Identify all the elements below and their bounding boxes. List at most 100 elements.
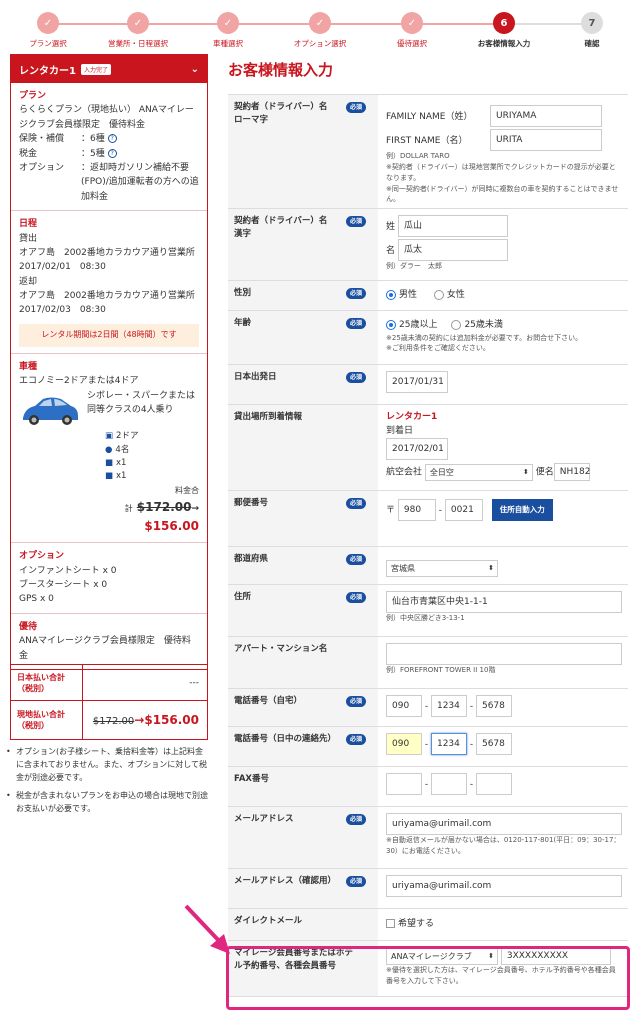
field-label: 電話番号（自宅） — [234, 696, 303, 706]
local-total-new: $156.00 — [144, 713, 199, 727]
family-name-input[interactable]: URIYAMA — [490, 105, 602, 127]
check-icon: ✓ — [37, 12, 59, 34]
airline-label: 航空会社 — [386, 467, 423, 478]
address-autofill-button[interactable]: 住所自動入力 — [491, 499, 553, 521]
luggage-large-icon: ■ — [105, 457, 114, 468]
step-office-schedule[interactable]: ✓ 営業所・日程選択 — [98, 12, 178, 49]
building-example: 例）FOREFRONT TOWER II 10階 — [386, 666, 496, 674]
price-arrow: → — [191, 503, 199, 514]
day-phone-1-input[interactable]: 090 — [386, 733, 422, 755]
benefits-text: ANAマイレージクラブ会員様限定 優待料金 — [19, 636, 191, 661]
step-customer-info: 6 お客様情報入力 — [464, 12, 544, 49]
rental-summary-header[interactable]: レンタカー1 入力完了 ⌄ — [11, 55, 207, 83]
home-phone-2-input[interactable]: 1234 — [430, 695, 467, 717]
step-benefit[interactable]: ✓ 優待選択 — [372, 12, 452, 49]
flight-number-input[interactable]: NH182 — [553, 463, 590, 481]
japan-total-value: --- — [189, 677, 199, 688]
required-badge: 必須 — [346, 814, 367, 825]
required-badge: 必須 — [346, 288, 367, 299]
mei-input[interactable]: 瓜太 — [398, 239, 508, 261]
tax-value: ：5種 — [81, 148, 105, 159]
email-confirm-input[interactable]: uriyama@urimail.com — [386, 875, 622, 897]
chevron-down-icon[interactable]: ⌄ — [191, 64, 199, 75]
gender-female-label: 女性 — [446, 290, 465, 300]
total-prefix: 計 — [124, 503, 133, 513]
benefits-section: 優待 ANAマイレージクラブ会員様限定 優待料金 — [11, 614, 207, 669]
arrival-date-label: 到着日 — [386, 425, 414, 436]
info-icon[interactable]: ? — [107, 134, 117, 144]
new-price: $156.00 — [144, 519, 199, 534]
rent-place: オアフ島 2002番地カラカウア通り営業所 — [19, 247, 195, 258]
local-total-arrow: → — [134, 713, 145, 727]
local-total-label: 現地払い合計（税別） — [11, 701, 83, 739]
rental-title: レンタカー1 — [19, 65, 76, 77]
sei-label: 姓 — [386, 221, 396, 232]
address-input[interactable]: 仙台市青葉区中央1-1-1 — [386, 591, 622, 613]
age-under-radio[interactable] — [451, 319, 462, 330]
car-model: シボレー・スパークまたは同等クラスの4人乗り — [87, 391, 196, 416]
rent-datetime: 2017/02/01 08:30 — [19, 262, 106, 273]
required-badge: 必須 — [346, 734, 367, 745]
day-phone-3-input[interactable]: 5678 — [475, 733, 512, 755]
customer-form: 契約者（ドライバー）名 ローマ字 必須 FAMILY NAME（姓） URIYAMA… — [228, 94, 628, 997]
car-class: エコノミー2ドアまたは4ドア — [19, 376, 139, 387]
home-phone-1-input[interactable]: 090 — [386, 695, 422, 717]
plan-name: らくらくプラン（現地払い） ANAマイレージクラブ会員様限定 優待料金 — [19, 105, 194, 130]
status-badge: 入力完了 — [80, 63, 111, 75]
age-under-label: 25歳未満 — [464, 320, 503, 330]
prefecture-select[interactable]: 宮城県 — [386, 560, 498, 577]
required-badge: 必須 — [346, 216, 367, 227]
direct-mail-checkbox[interactable] — [386, 919, 395, 928]
plan-section: プラン らくらくプラン（現地払い） ANAマイレージクラブ会員様限定 優待料金 … — [11, 83, 207, 212]
gender-male-radio[interactable] — [386, 289, 396, 300]
postal-code-2-input[interactable]: 0021 — [444, 499, 483, 521]
field-label: 日本出発日 — [234, 372, 277, 382]
car-luggage-small: x1 — [116, 470, 127, 481]
option-item: ブースターシート x 0 — [19, 580, 108, 591]
email-input[interactable]: uriyama@urimail.com — [386, 813, 622, 835]
mei-label: 名 — [386, 245, 396, 256]
field-label: ダイレクトメール — [234, 916, 303, 926]
insurance-value: ：6種 — [81, 134, 105, 145]
step-plan[interactable]: ✓ プラン選択 — [8, 12, 88, 49]
airline-select[interactable]: 全日空 — [424, 463, 533, 481]
kanji-example: 例）ダラー 太郎 — [386, 262, 442, 270]
info-icon[interactable]: ? — [107, 148, 117, 158]
age-over-radio[interactable] — [386, 319, 396, 330]
name-example: 例）DOLLAR TARO — [386, 152, 450, 160]
field-label: 契約者（ドライバー）名 ローマ字 — [234, 102, 336, 125]
first-name-label: FIRST NAME（名） — [386, 135, 468, 146]
fax-2-input[interactable] — [430, 773, 467, 795]
field-label: FAX番号 — [234, 774, 269, 784]
totals-box: 日本払い合計（税別） --- 現地払い合計（税別） $172.00→$156.00 — [10, 664, 208, 740]
return-datetime: 2017/02/03 08:30 — [19, 305, 106, 316]
luggage-small-icon: ■ — [105, 470, 114, 481]
arrival-date-input[interactable]: 2017/02/01 — [386, 438, 448, 460]
departure-date-input[interactable]: 2017/01/31 — [386, 371, 448, 393]
field-label: 契約者（ドライバー）名 漢字 — [234, 216, 336, 239]
field-label: アパート・マンション名 — [234, 644, 328, 654]
postal-code-1-input[interactable]: 980 — [397, 499, 436, 521]
first-name-input[interactable]: URITA — [490, 129, 602, 151]
sei-input[interactable]: 瓜山 — [398, 215, 508, 237]
check-icon: ✓ — [401, 12, 423, 34]
step-label: お客様情報入力 — [477, 39, 531, 48]
age-note-1: ※25歳未満の契約には追加料金が必要です。お問合せ下さい。 — [386, 333, 583, 342]
fax-1-input[interactable] — [386, 773, 422, 795]
option-item: GPS x 0 — [19, 594, 54, 605]
gender-female-radio[interactable] — [433, 289, 444, 300]
field-label: 住所 — [234, 592, 252, 602]
building-input[interactable] — [386, 643, 622, 665]
field-label: 貸出場所到着情報 — [234, 412, 303, 422]
day-phone-2-input[interactable]: 1234 — [430, 733, 467, 755]
home-phone-3-input[interactable]: 5678 — [475, 695, 512, 717]
step-car[interactable]: ✓ 車種選択 — [188, 12, 268, 49]
address-example: 例）中央区勝どき3-13-1 — [386, 614, 465, 622]
schedule-heading: 日程 — [19, 219, 38, 230]
fax-3-input[interactable] — [475, 773, 512, 795]
car-doors: 2ドア — [116, 431, 139, 442]
step-label: 確認 — [584, 39, 600, 48]
check-icon: ✓ — [309, 12, 331, 34]
fee-label: 料金合 — [175, 486, 199, 496]
step-option[interactable]: ✓ オプション選択 — [280, 12, 360, 49]
